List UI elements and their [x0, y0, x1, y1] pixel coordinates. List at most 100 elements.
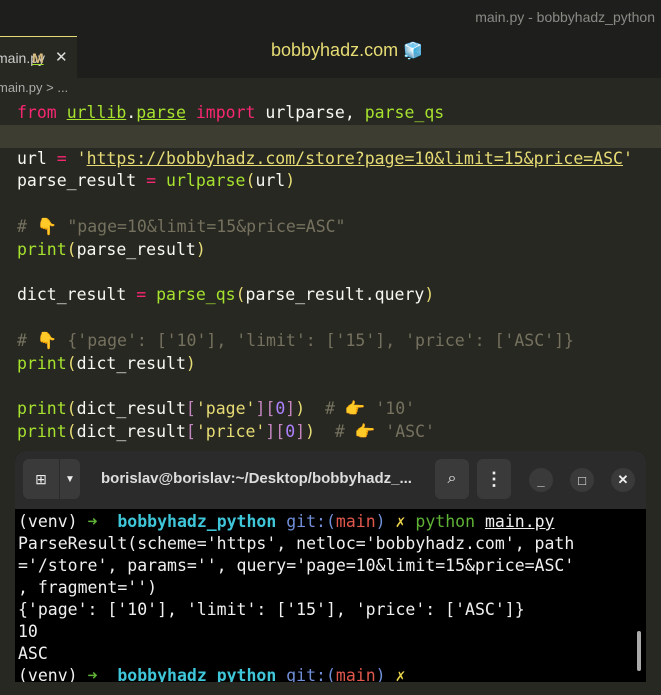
- close-icon[interactable]: ✕: [55, 48, 68, 66]
- code-token: url: [17, 148, 57, 168]
- terminal-token: (venv): [18, 666, 88, 682]
- new-tab-button[interactable]: ⊞: [23, 459, 59, 499]
- code-token: =: [56, 148, 67, 168]
- scrollbar[interactable]: [637, 631, 641, 671]
- terminal-line: 10: [18, 621, 646, 643]
- terminal-title: borislav@borislav:~/Desktop/bobbyhadz_..…: [101, 470, 412, 487]
- code-token: https://bobbyhadz.com/store?page=10&limi…: [86, 148, 623, 168]
- terminal-token: ): [375, 512, 396, 531]
- code-token: print: [17, 422, 67, 442]
- close-button[interactable]: ✕: [611, 468, 635, 492]
- terminal-output[interactable]: (venv) ➜ bobbyhadz_python git:(main) ✗ p…: [15, 509, 646, 682]
- code-token: (: [245, 171, 256, 191]
- code-token: # 👇 "page=10&limit=15&price=ASC": [17, 216, 346, 236]
- code-line: url = 'https://bobbyhadz.com/store?page=…: [0, 148, 661, 171]
- code-line: from urllib.parse import urlparse, parse…: [0, 102, 661, 125]
- code-token: (: [66, 353, 77, 373]
- brand-text: bobbyhadz.com: [271, 40, 399, 60]
- code-token: print: [17, 239, 67, 259]
- code-token: ): [305, 422, 316, 442]
- code-token: ][: [255, 399, 276, 419]
- code-token: 0: [275, 399, 286, 419]
- tab-menu-button[interactable]: ▼: [60, 459, 80, 499]
- code-token: 'price': [195, 422, 266, 442]
- code-token: # 👇 {'page': ['10'], 'limit': ['15'], 'p…: [17, 330, 574, 350]
- tab-main-py[interactable]: main.py M ✕: [0, 36, 77, 78]
- terminal-token: , fragment=''): [18, 578, 158, 597]
- terminal-line: ParseResult(scheme='https', netloc='bobb…: [18, 533, 646, 555]
- code-token: 0: [285, 422, 296, 442]
- code-token: ): [195, 239, 206, 259]
- code-token: ][: [265, 422, 286, 442]
- code-token: print: [17, 353, 67, 373]
- code-token: (: [235, 285, 246, 305]
- maximize-button[interactable]: □: [570, 468, 594, 492]
- terminal-token: {'page': ['10'], 'limit': ['15'], 'price…: [18, 600, 525, 619]
- terminal-token: main: [335, 512, 376, 531]
- code-token: urlparse,: [255, 103, 365, 122]
- breadcrumb[interactable]: main.py > ...: [0, 80, 68, 95]
- terminal-token: ASC: [18, 644, 48, 663]
- code-line: # 👇 {'page': ['10'], 'limit': ['15'], 'p…: [0, 330, 661, 353]
- minimize-button[interactable]: _: [529, 468, 553, 492]
- cube-icon: 🧊: [403, 43, 424, 60]
- code-token: =: [136, 285, 147, 305]
- code-token: ): [295, 399, 306, 419]
- code-token: ): [424, 285, 435, 305]
- code-line: [0, 124, 661, 148]
- code-token: parse_result.query: [245, 285, 425, 305]
- search-icon: ⌕: [447, 470, 457, 487]
- code-token: (: [66, 239, 77, 259]
- terminal-token: main: [335, 666, 376, 682]
- code-token: ): [285, 171, 296, 191]
- terminal-token: bobbyhadz_python: [107, 512, 287, 531]
- terminal-window: ⊞ ▼ borislav@borislav:~/Desktop/bobbyhad…: [15, 451, 646, 682]
- terminal-token: git:(: [286, 512, 336, 531]
- kebab-menu-icon: ⋮: [485, 468, 503, 489]
- code-token: urlparse: [166, 171, 246, 191]
- code-token: [: [185, 399, 196, 419]
- window-title: main.py - bobbyhadz_python: [475, 9, 655, 25]
- modified-badge: M: [32, 50, 44, 66]
- code-line: dict_result = parse_qs(parse_result.quer…: [0, 284, 661, 307]
- code-token: dict_result: [76, 399, 186, 419]
- terminal-header: ⊞ ▼ borislav@borislav:~/Desktop/bobbyhad…: [15, 451, 646, 509]
- code-line: print(dict_result['price'][0]) # 👉 'ASC': [0, 421, 661, 444]
- terminal-token: ): [375, 666, 396, 682]
- code-token: parse_result: [76, 239, 196, 259]
- code-line: print(dict_result['page'][0]) # 👉 '10': [0, 398, 661, 421]
- terminal-line: {'page': ['10'], 'limit': ['15'], 'price…: [18, 599, 646, 621]
- minimize-icon: _: [537, 472, 545, 488]
- code-line: print(dict_result): [0, 353, 661, 376]
- terminal-token: 10: [18, 622, 38, 641]
- terminal-token: (venv): [18, 512, 88, 531]
- code-token: (: [66, 399, 77, 419]
- code-token: parse_qs: [364, 103, 445, 122]
- terminal-line: ='/store', params='', query='page=10&lim…: [18, 555, 646, 577]
- code-token: parse_result: [17, 171, 147, 191]
- code-token: dict_result: [76, 422, 186, 442]
- brand-watermark: bobbyhadz.com 🧊: [271, 40, 423, 61]
- terminal-token: ParseResult(scheme='https', netloc='bobb…: [18, 534, 575, 553]
- code-token: # 👉 '10': [305, 399, 416, 419]
- search-button[interactable]: ⌕: [435, 459, 469, 499]
- terminal-line: , fragment=''): [18, 577, 646, 599]
- code-editor[interactable]: from urllib.parse import urlparse, parse…: [0, 102, 661, 444]
- terminal-line: ASC: [18, 643, 646, 665]
- code-token: ]: [285, 399, 296, 419]
- code-line: print(parse_result): [0, 239, 661, 262]
- code-token: dict_result: [76, 353, 186, 373]
- menu-button[interactable]: ⋮: [477, 459, 511, 499]
- terminal-token: ➜: [87, 666, 108, 682]
- code-token: from: [17, 103, 57, 122]
- code-token: ): [185, 353, 196, 373]
- terminal-token: main.py: [484, 512, 555, 531]
- terminal-token: ✗: [395, 666, 406, 682]
